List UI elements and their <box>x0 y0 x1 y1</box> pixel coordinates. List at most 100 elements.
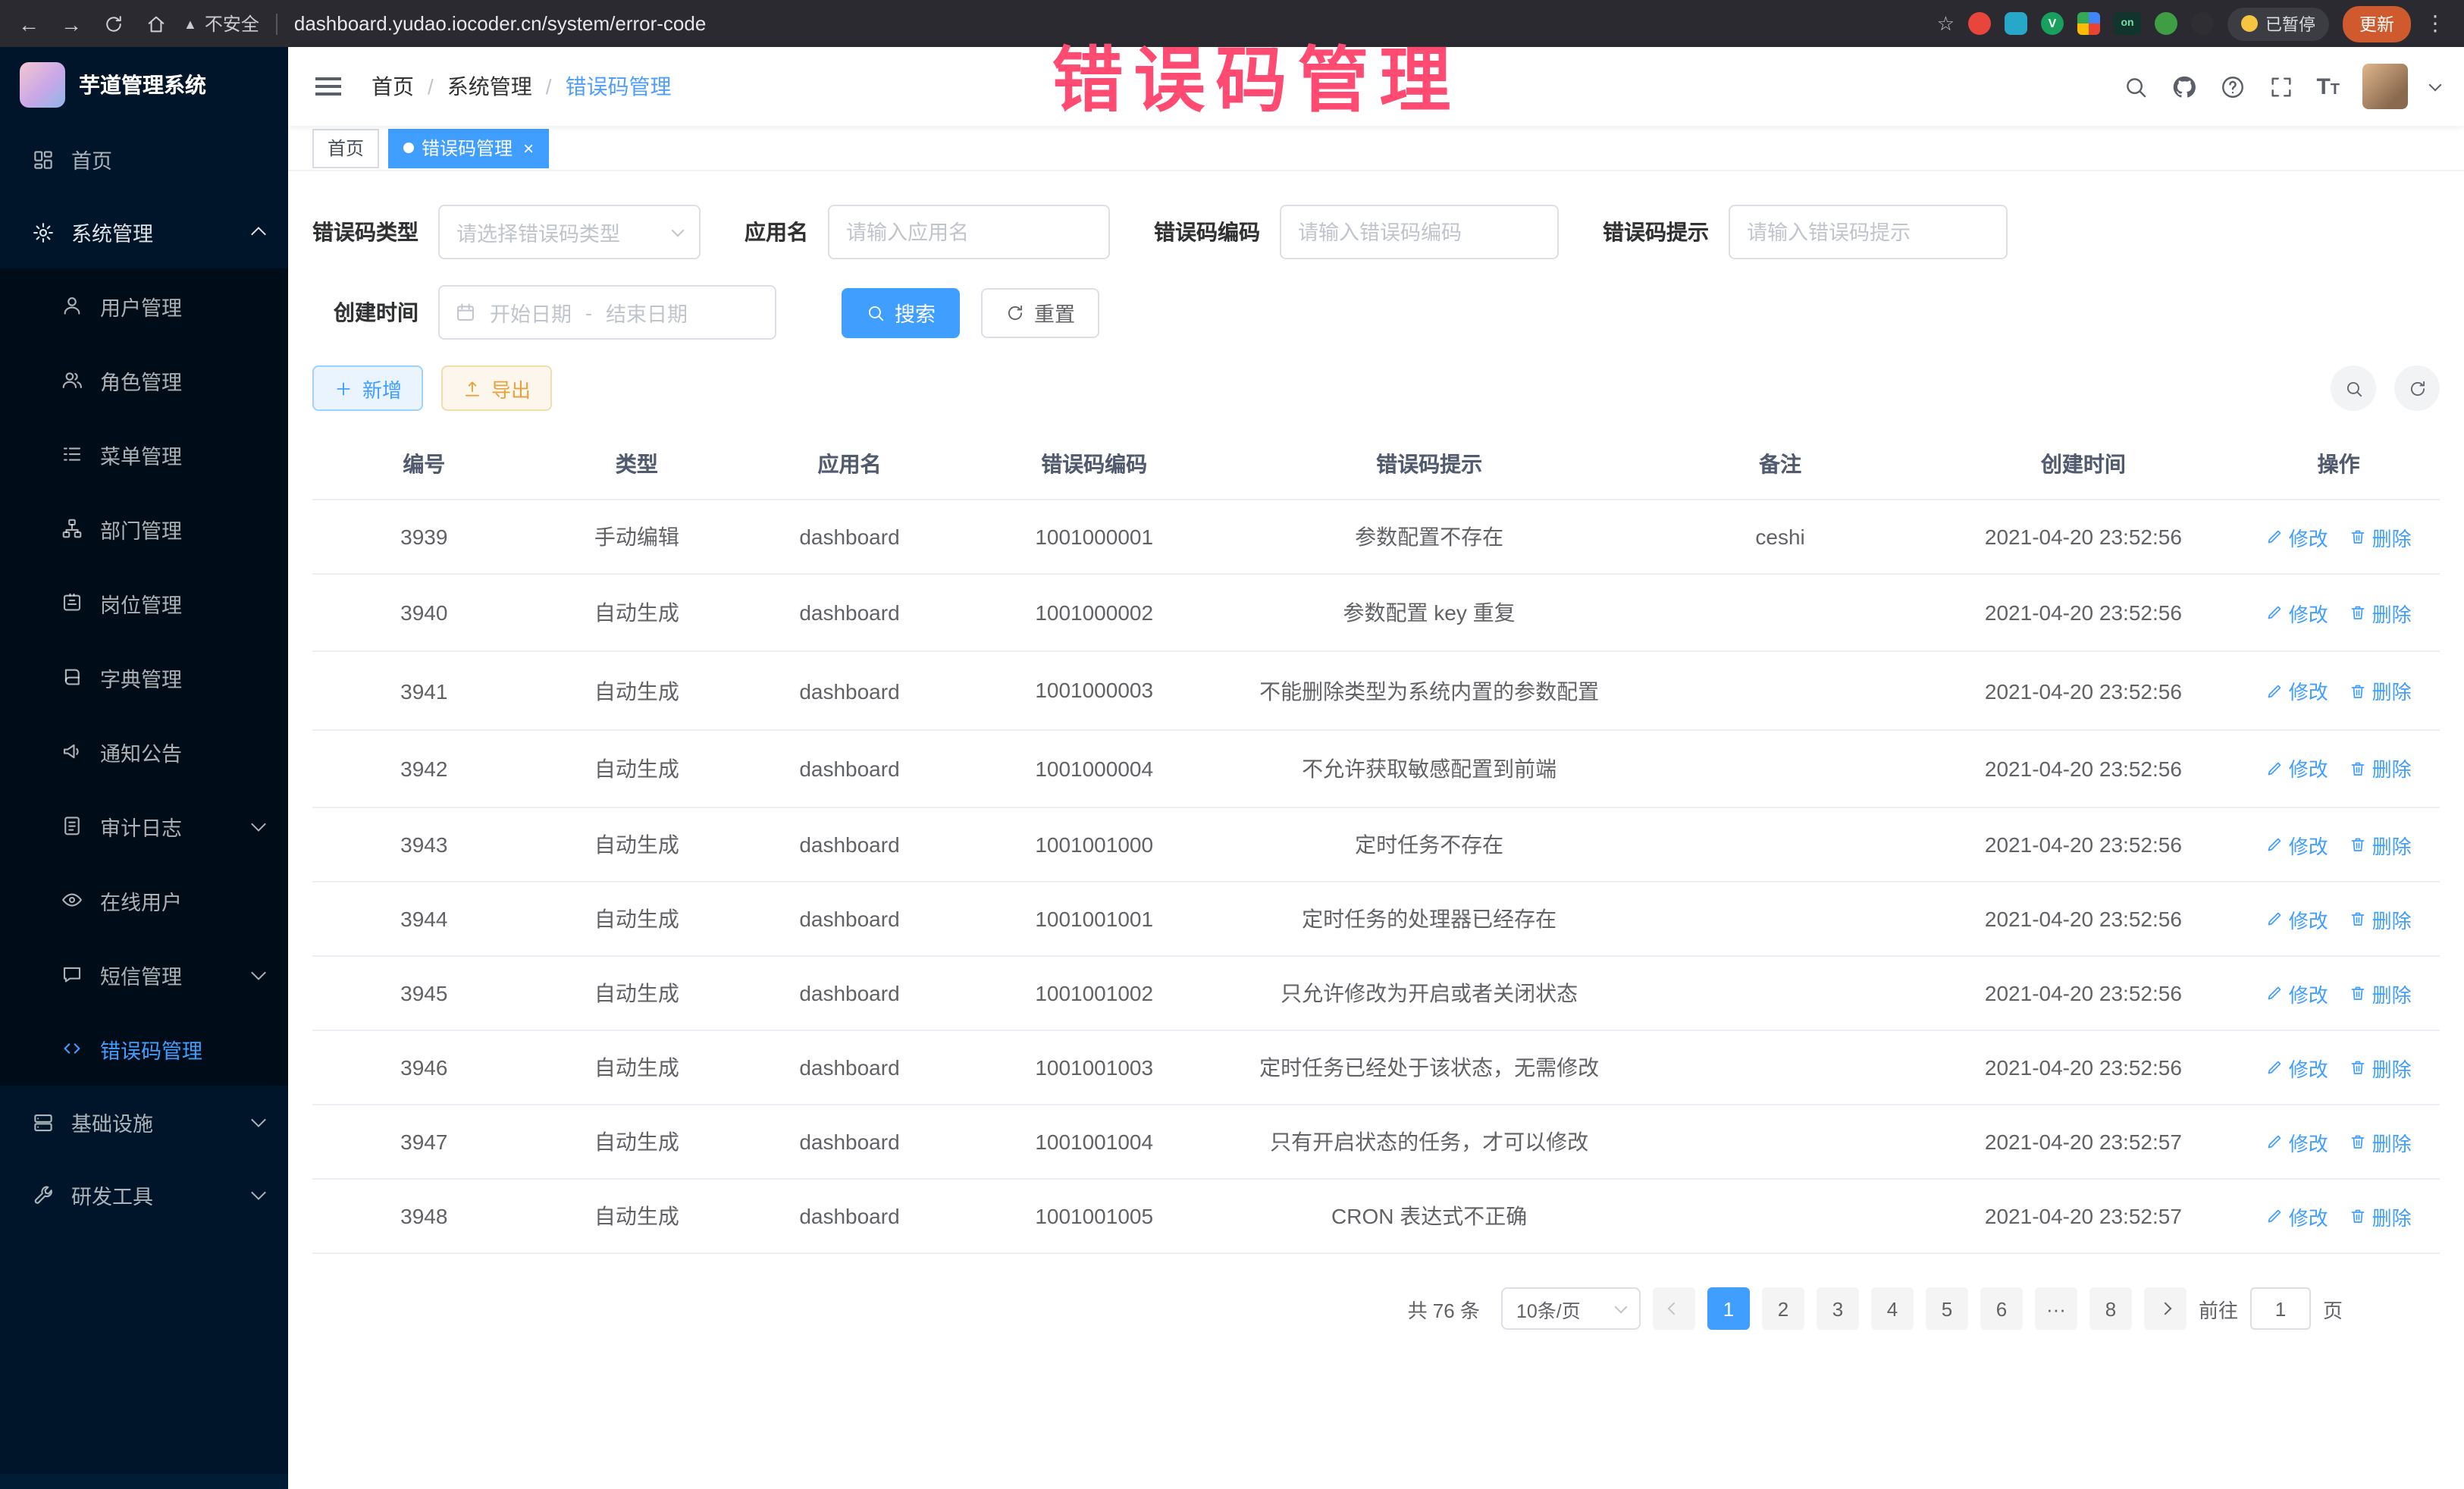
delete-link[interactable]: 删除 <box>2350 830 2412 859</box>
github-icon[interactable] <box>2171 74 2196 99</box>
close-icon[interactable]: × <box>523 137 534 158</box>
page-button-6[interactable]: 6 <box>1980 1287 2023 1330</box>
edit-link[interactable]: 修改 <box>2266 1202 2328 1230</box>
fullscreen-icon[interactable] <box>2268 74 2293 99</box>
delete-link[interactable]: 删除 <box>2350 598 2412 627</box>
page-button-2[interactable]: 2 <box>1762 1287 1804 1330</box>
trash-icon <box>2350 835 2368 854</box>
more-pages-button[interactable]: ··· <box>2035 1287 2077 1330</box>
sidebar-collapse-bar[interactable] <box>0 1474 288 1489</box>
search-button[interactable]: 搜索 <box>842 287 960 337</box>
kebab-menu-icon[interactable]: ⋮ <box>2425 11 2446 36</box>
extension-icon[interactable] <box>2155 12 2177 35</box>
extension-icon[interactable] <box>2077 12 2100 35</box>
edit-link[interactable]: 修改 <box>2266 904 2328 933</box>
error-hint-input[interactable] <box>1729 205 2008 259</box>
sidebar-item-audit-log[interactable]: 审计日志 <box>0 788 288 863</box>
paused-badge[interactable]: 已暂停 <box>2227 7 2329 40</box>
delete-link[interactable]: 删除 <box>2350 1202 2412 1230</box>
extension-icon[interactable] <box>2005 12 2027 35</box>
chevron-down-icon[interactable] <box>2429 78 2442 91</box>
cell-remark <box>1632 956 1930 1030</box>
sidebar-item-notice[interactable]: 通知公告 <box>0 714 288 788</box>
delete-link[interactable]: 删除 <box>2350 1127 2412 1156</box>
sidebar-item-menus[interactable]: 菜单管理 <box>0 417 288 491</box>
error-code-input[interactable] <box>1280 205 1559 259</box>
export-button[interactable]: 导出 <box>441 365 552 411</box>
add-button[interactable]: 新增 <box>312 365 423 411</box>
reset-button[interactable]: 重置 <box>981 287 1099 337</box>
sidebar-item-error-code[interactable]: 错误码管理 <box>0 1011 288 1086</box>
extension-icon[interactable]: on <box>2114 12 2141 35</box>
hamburger-icon[interactable] <box>315 85 341 88</box>
sidebar-item-devtools[interactable]: 研发工具 <box>0 1158 288 1231</box>
sidebar-item-dictionary[interactable]: 字典管理 <box>0 640 288 714</box>
sidebar-item-roles[interactable]: 角色管理 <box>0 343 288 417</box>
edit-link[interactable]: 修改 <box>2266 1127 2328 1156</box>
extension-icon[interactable]: V <box>2041 12 2064 35</box>
edit-link[interactable]: 修改 <box>2266 522 2328 551</box>
page-size-select[interactable]: 10条/页 <box>1501 1287 1641 1330</box>
back-icon[interactable]: ← <box>18 11 39 36</box>
error-type-select[interactable]: 请选择错误码类型 <box>438 205 701 259</box>
extension-icon[interactable] <box>1968 12 1991 35</box>
sidebar-item-users[interactable]: 用户管理 <box>0 268 288 343</box>
page-button-3[interactable]: 3 <box>1817 1287 1859 1330</box>
reload-icon[interactable] <box>103 13 124 34</box>
app-name-input[interactable] <box>828 205 1110 259</box>
wrench-icon <box>32 1183 55 1206</box>
cell-id: 3939 <box>312 500 536 574</box>
sidebar-item-home[interactable]: 首页 <box>0 123 288 196</box>
cell-code: 1001001004 <box>961 1105 1227 1179</box>
create-time-range[interactable]: 开始日期 - 结束日期 <box>438 285 776 340</box>
delete-link[interactable]: 删除 <box>2350 522 2412 551</box>
edit-link[interactable]: 修改 <box>2266 830 2328 859</box>
edit-link[interactable]: 修改 <box>2266 676 2328 705</box>
goto-page-input[interactable] <box>2250 1287 2311 1330</box>
sidebar-item-system[interactable]: 系统管理 <box>0 196 288 268</box>
chevron-down-icon <box>251 1112 266 1127</box>
page-button-4[interactable]: 4 <box>1871 1287 1914 1330</box>
delete-link[interactable]: 删除 <box>2350 1053 2412 1082</box>
tab-error-code[interactable]: 错误码管理 × <box>388 128 549 168</box>
delete-link[interactable]: 删除 <box>2350 754 2412 783</box>
col-header-type: 类型 <box>536 429 738 500</box>
sidebar-item-positions[interactable]: 岗位管理 <box>0 566 288 640</box>
edit-link[interactable]: 修改 <box>2266 598 2328 627</box>
sidebar-item-infra[interactable]: 基础设施 <box>0 1086 288 1158</box>
delete-link[interactable]: 删除 <box>2350 979 2412 1008</box>
next-page-button[interactable] <box>2144 1287 2187 1330</box>
font-size-icon[interactable]: TT <box>2316 74 2340 99</box>
list-icon <box>61 443 83 466</box>
sidebar-item-online-users[interactable]: 在线用户 <box>0 863 288 937</box>
prev-page-button[interactable] <box>1653 1287 1695 1330</box>
delete-link[interactable]: 删除 <box>2350 904 2412 933</box>
breadcrumb-system[interactable]: 系统管理 <box>447 71 566 102</box>
refresh-table-button[interactable] <box>2394 365 2440 411</box>
user-avatar[interactable] <box>2362 64 2408 109</box>
page-button-1[interactable]: 1 <box>1707 1287 1750 1330</box>
sidebar-item-departments[interactable]: 部门管理 <box>0 491 288 566</box>
toggle-search-button[interactable] <box>2331 365 2376 411</box>
help-icon[interactable] <box>2219 74 2245 99</box>
home-icon[interactable] <box>146 13 167 34</box>
edit-link[interactable]: 修改 <box>2266 979 2328 1008</box>
search-icon[interactable] <box>2122 74 2148 99</box>
sidebar-item-sms[interactable]: 短信管理 <box>0 937 288 1011</box>
chevron-up-icon <box>251 227 266 242</box>
cell-type: 自动生成 <box>536 1179 738 1253</box>
page-button-5[interactable]: 5 <box>1926 1287 1968 1330</box>
app-logo: 芋道管理系统 <box>0 47 288 123</box>
page-button-8[interactable]: 8 <box>2089 1287 2132 1330</box>
forward-icon[interactable]: → <box>61 11 82 36</box>
security-warning[interactable]: ▲ 不安全 <box>183 11 259 36</box>
tab-home[interactable]: 首页 <box>312 128 379 168</box>
delete-link[interactable]: 删除 <box>2350 676 2412 705</box>
update-button[interactable]: 更新 <box>2343 5 2411 42</box>
edit-link[interactable]: 修改 <box>2266 1053 2328 1082</box>
breadcrumb-home[interactable]: 首页 <box>371 71 447 102</box>
edit-link[interactable]: 修改 <box>2266 754 2328 783</box>
bookmark-star-icon[interactable]: ☆ <box>1937 11 1955 36</box>
cell-id: 3943 <box>312 807 536 882</box>
pushpin-extension-icon[interactable] <box>2191 12 2214 35</box>
